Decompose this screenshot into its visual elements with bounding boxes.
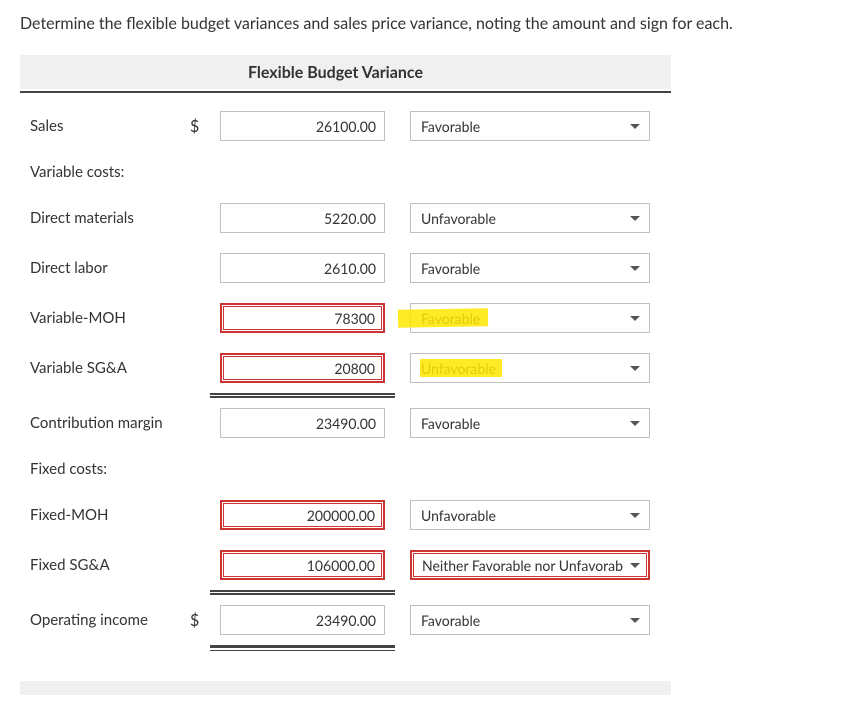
sign-select-operating-income[interactable]: FavorableUnfavorableNeither Favorable no… xyxy=(410,605,650,635)
row-variable-sga: Variable SG&A FavorableUnfavorableNeithe… xyxy=(20,343,671,393)
amount-input-fixed-moh[interactable] xyxy=(220,500,385,530)
row-contribution-margin: Contribution margin FavorableUnfavorable… xyxy=(20,398,671,448)
currency-operating-income: $ xyxy=(190,611,210,630)
table-header-title: Flexible Budget Variance xyxy=(20,63,671,82)
currency-sales: $ xyxy=(190,117,210,136)
label-direct-materials: Direct materials xyxy=(20,209,190,227)
label-contribution-margin: Contribution margin xyxy=(20,414,190,432)
amount-input-sales[interactable] xyxy=(220,111,385,141)
header-rule xyxy=(20,91,671,93)
total-rule xyxy=(210,645,395,651)
label-variable-sga: Variable SG&A xyxy=(20,359,190,377)
amount-input-direct-materials[interactable] xyxy=(220,203,385,233)
sign-select-sales[interactable]: FavorableUnfavorableNeither Favorable no… xyxy=(410,111,650,141)
sign-select-direct-materials[interactable]: FavorableUnfavorableNeither Favorable no… xyxy=(410,203,650,233)
table-header-band: Flexible Budget Variance xyxy=(20,55,671,89)
label-fixed-moh: Fixed-MOH xyxy=(20,506,190,524)
section-fixed-costs: Fixed costs: xyxy=(20,448,671,490)
sign-select-variable-moh[interactable]: FavorableUnfavorableNeither Favorable no… xyxy=(410,303,650,333)
label-direct-labor: Direct labor xyxy=(20,259,190,277)
row-sales: Sales $ FavorableUnfavorableNeither Favo… xyxy=(20,101,671,151)
amount-input-contribution-margin[interactable] xyxy=(220,408,385,438)
amount-input-operating-income[interactable] xyxy=(220,605,385,635)
row-operating-income: Operating income $ FavorableUnfavorableN… xyxy=(20,595,671,645)
row-direct-labor: Direct labor FavorableUnfavorableNeither… xyxy=(20,243,671,293)
label-operating-income: Operating income xyxy=(20,611,190,629)
sign-select-fixed-sga[interactable]: FavorableUnfavorableNeither Favorable no… xyxy=(410,550,650,580)
amount-input-variable-moh[interactable] xyxy=(220,303,385,333)
amount-input-direct-labor[interactable] xyxy=(220,253,385,283)
row-fixed-sga: Fixed SG&A FavorableUnfavorableNeither F… xyxy=(20,540,671,590)
row-variable-moh: Variable-MOH FavorableUnfavorableNeither… xyxy=(20,293,671,343)
sign-select-contribution-margin[interactable]: FavorableUnfavorableNeither Favorable no… xyxy=(410,408,650,438)
amount-input-fixed-sga[interactable] xyxy=(220,550,385,580)
row-fixed-moh: Fixed-MOH FavorableUnfavorableNeither Fa… xyxy=(20,490,671,540)
amount-input-variable-sga[interactable] xyxy=(220,353,385,383)
question-text: Determine the flexible budget variances … xyxy=(20,14,846,33)
sign-select-fixed-moh[interactable]: FavorableUnfavorableNeither Favorable no… xyxy=(410,500,650,530)
label-sales: Sales xyxy=(20,117,190,135)
label-fixed-sga: Fixed SG&A xyxy=(20,556,190,574)
section-variable-costs: Variable costs: xyxy=(20,151,671,193)
sign-select-direct-labor[interactable]: FavorableUnfavorableNeither Favorable no… xyxy=(410,253,650,283)
label-variable-moh: Variable-MOH xyxy=(20,309,190,327)
footer-band xyxy=(20,681,671,695)
sign-select-variable-sga[interactable]: FavorableUnfavorableNeither Favorable no… xyxy=(410,353,650,383)
row-direct-materials: Direct materials FavorableUnfavorableNei… xyxy=(20,193,671,243)
